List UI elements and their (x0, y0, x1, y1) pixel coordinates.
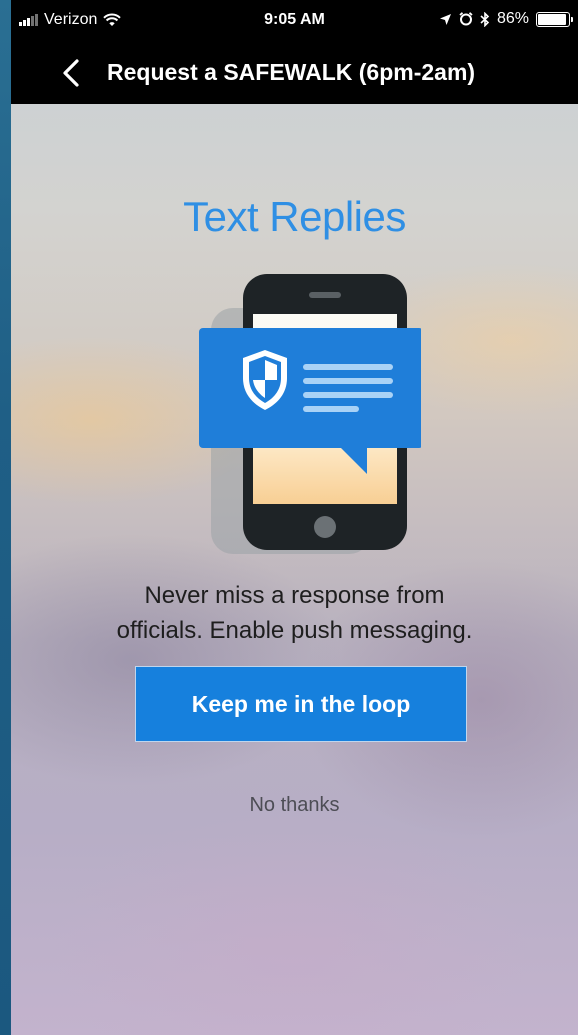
app-screen: Verizon 9:05 AM 86% Request a SAFEWALK (… (11, 0, 578, 1035)
back-button[interactable] (57, 58, 87, 88)
navigation-bar: Request a SAFEWALK (6pm-2am) (11, 40, 578, 104)
status-right: 86% (439, 10, 573, 28)
enable-notifications-button[interactable]: Keep me in the loop (135, 666, 467, 742)
phone-message-illustration (199, 274, 421, 554)
location-icon (439, 13, 451, 25)
bluetooth-icon (480, 11, 490, 27)
description-text: Never miss a response from officials. En… (11, 578, 578, 648)
chevron-left-icon (63, 59, 79, 87)
battery-icon (536, 11, 573, 27)
alarm-icon (459, 12, 473, 26)
battery-percent: 86% (496, 10, 529, 27)
status-bar: Verizon 9:05 AM 86% (11, 0, 578, 40)
page-title: Request a SAFEWALK (6pm-2am) (107, 59, 476, 85)
description-line-1: Never miss a response from (144, 582, 445, 609)
no-thanks-link[interactable]: No thanks (11, 794, 578, 817)
feature-heading: Text Replies (183, 193, 406, 240)
description-line-2: officials. Enable push messaging. (116, 617, 473, 644)
